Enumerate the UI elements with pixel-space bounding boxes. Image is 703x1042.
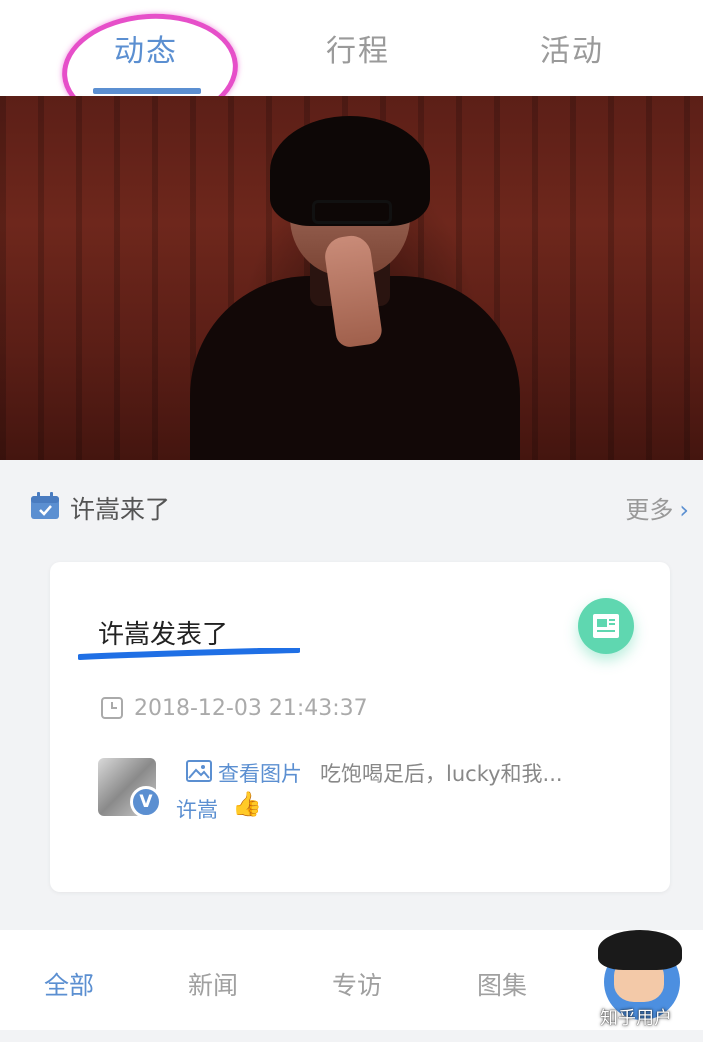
tab-news[interactable]: 新闻 bbox=[188, 966, 238, 1002]
clock-icon bbox=[101, 697, 123, 719]
hero-glasses bbox=[312, 200, 392, 224]
tab-huodong[interactable]: 活动 bbox=[492, 26, 652, 70]
tab-interview[interactable]: 专访 bbox=[332, 966, 382, 1002]
watermark-hat-icon bbox=[598, 930, 682, 970]
image-icon bbox=[186, 760, 212, 782]
thumbs-up-icon: 👍 bbox=[232, 790, 262, 818]
news-card[interactable]: 许嵩发表了 2018-12-03 21:43:37 V 查看图片 吃饱喝足后，l… bbox=[50, 562, 670, 892]
verified-badge: V bbox=[130, 786, 162, 818]
post-timestamp: 2018-12-03 21:43:37 bbox=[134, 696, 368, 721]
watermark-text: 知乎用户 bbox=[600, 1008, 672, 1029]
calendar-icon bbox=[31, 492, 59, 519]
author-name[interactable]: 许嵩 bbox=[176, 794, 218, 824]
section-title: 许嵩来了 bbox=[70, 495, 171, 524]
chevron-right-icon: › bbox=[679, 496, 689, 524]
document-badge bbox=[578, 598, 634, 654]
tab-gallery[interactable]: 图集 bbox=[477, 966, 527, 1002]
top-tab-bar: 动态 行程 活动 bbox=[0, 0, 703, 133]
view-pictures-link[interactable]: 查看图片 bbox=[218, 758, 302, 788]
document-icon bbox=[593, 614, 619, 638]
more-link[interactable]: 更多 › bbox=[625, 490, 689, 525]
section-header: 许嵩来了 更多 › bbox=[0, 478, 703, 538]
blue-underline-annotation bbox=[78, 648, 300, 660]
card-title: 许嵩发表了 bbox=[98, 620, 229, 650]
hero-banner-image[interactable] bbox=[0, 96, 703, 460]
bottom-tab-bar: 全部 新闻 专访 图集 bbox=[0, 930, 703, 1030]
post-excerpt: 吃饱喝足后，lucky和我... bbox=[320, 762, 563, 786]
tab-all[interactable]: 全部 bbox=[44, 966, 94, 1002]
more-label: 更多 bbox=[625, 496, 674, 524]
tab-xingcheng[interactable]: 行程 bbox=[278, 26, 438, 70]
